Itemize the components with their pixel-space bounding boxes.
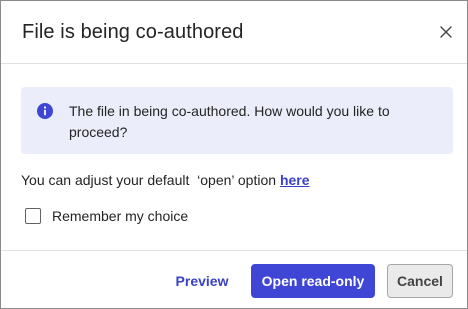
info-icon (37, 103, 53, 119)
remember-choice-checkbox[interactable] (25, 208, 41, 224)
adjust-default-link[interactable]: here (280, 172, 310, 188)
dialog-title: File is being co-authored (22, 21, 244, 43)
close-button[interactable] (435, 21, 457, 43)
info-message-text: The file in being co-authored. How would… (69, 103, 390, 140)
open-read-only-button[interactable]: Open read-only (251, 264, 375, 298)
adjust-default-text: You can adjust your default ‘open’ optio… (21, 172, 310, 188)
preview-button[interactable]: Preview (169, 264, 235, 298)
info-message-box: The file in being co-authored. How would… (21, 87, 453, 154)
dialog-footer: Preview Open read-only Cancel (1, 250, 467, 309)
remember-choice-label[interactable]: Remember my choice (52, 208, 188, 224)
remember-choice-row[interactable]: Remember my choice (25, 206, 188, 226)
dialog-header: File is being co-authored (1, 1, 467, 64)
adjust-default-label: You can adjust your default ‘open’ optio… (21, 172, 280, 188)
cancel-button[interactable]: Cancel (387, 264, 453, 298)
close-icon (440, 26, 452, 38)
co-author-dialog: File is being co-authored The file in be… (0, 0, 468, 309)
